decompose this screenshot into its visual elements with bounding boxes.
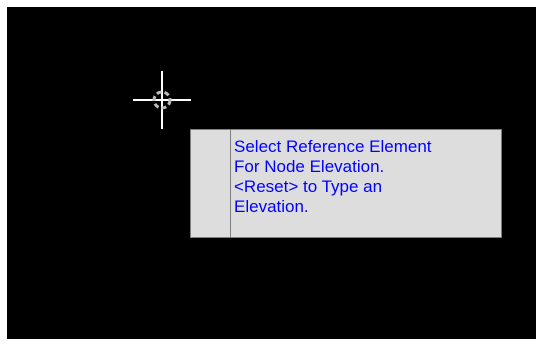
prompt-message: Select Reference Element For Node Elevat… bbox=[234, 137, 432, 216]
screenshot-frame: Select Reference Element For Node Elevat… bbox=[0, 0, 543, 346]
prompt-tooltip: Select Reference Element For Node Elevat… bbox=[190, 129, 502, 238]
drawing-view-canvas[interactable]: Select Reference Element For Node Elevat… bbox=[7, 7, 536, 339]
crosshair-cursor-icon bbox=[133, 71, 191, 129]
prompt-tooltip-gutter bbox=[191, 130, 231, 237]
